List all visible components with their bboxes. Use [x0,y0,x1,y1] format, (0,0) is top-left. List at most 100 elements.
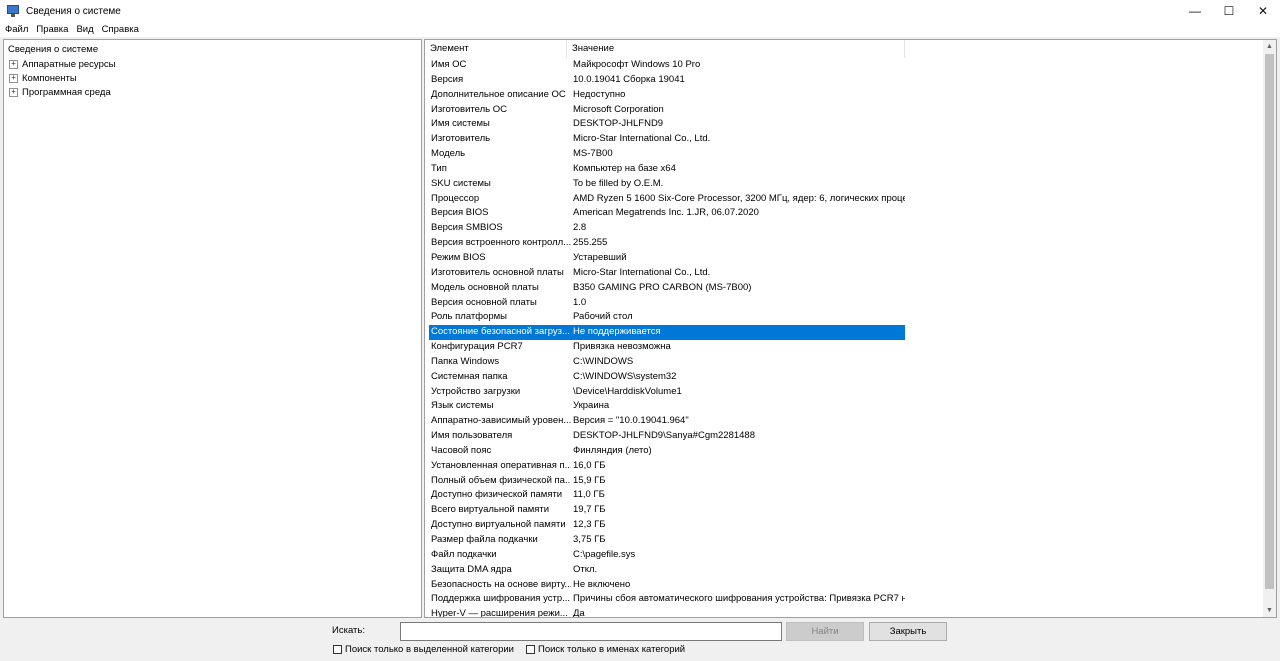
row-value-cell: AMD Ryzen 5 1600 Six-Core Processor, 320… [573,192,905,204]
column-header-item[interactable]: Элемент [425,40,567,58]
row-item-cell: Защита DMA ядра [431,563,512,575]
checkbox-box[interactable] [333,645,342,654]
table-row[interactable]: Поддержка шифрования устр... Причины сбоя… [429,592,905,607]
table-row[interactable]: Hyper-V — расширения режи... Да [429,607,905,617]
table-row[interactable]: Состояние безопасной загруз... Не поддерж… [429,325,905,341]
search-input[interactable] [400,622,782,641]
row-value-cell: Откл. [573,563,598,575]
vertical-scrollbar[interactable]: ▲ ▼ [1263,40,1276,617]
tree-item-components[interactable]: + Компоненты [8,71,417,85]
table-row[interactable]: Имя системы DESKTOP-JHLFND9 [429,117,905,132]
table-row[interactable]: Доступно физической памяти 11,0 ГБ [429,488,905,503]
table-row[interactable]: Устройство загрузки \Device\HarddiskVolum… [429,385,905,400]
table-row[interactable]: Режим BIOS Устаревший [429,251,905,266]
table-row[interactable]: Имя ОС Майкрософт Windows 10 Pro [429,58,905,73]
table-row[interactable]: Тип Компьютер на базе x64 [429,162,905,177]
table-row[interactable]: Изготовитель основной платы Micro-Star In… [429,266,905,281]
checkbox-box[interactable] [526,645,535,654]
table-row[interactable]: Папка Windows C:\WINDOWS [429,355,905,370]
search-bar: Искать: Найти Закрыть Поиск только в выд… [0,620,1280,661]
row-value-cell: C:\pagefile.sys [573,548,636,560]
table-row[interactable]: Версия основной платы 1.0 [429,296,905,311]
table-row[interactable]: Дополнительное описание ОС Недоступно [429,88,905,103]
row-item-cell: Версия встроенного контролл... [431,237,571,249]
minimize-button[interactable]: — [1178,0,1212,22]
table-row[interactable]: Аппаратно-зависимый уровен... Версия = "1… [429,414,905,429]
table-row[interactable]: Размер файла подкачки 3,75 ГБ [429,533,905,548]
row-item-cell: Имя ОС [431,59,467,70]
table-row[interactable]: Изготовитель ОС Microsoft Corporation [429,103,905,118]
row-item-cell: Доступно физической памяти [431,489,563,501]
system-info-app-icon [7,5,19,17]
tree-item-label: Программная среда [22,86,111,98]
category-tree[interactable]: Сведения о системе + Аппаратные ресурсы … [3,39,422,618]
expand-icon[interactable]: + [9,87,18,97]
row-item-cell: Имя системы [431,118,490,130]
table-row[interactable]: Версия BIOS American Megatrends Inc. 1.JR… [429,206,905,221]
expand-icon[interactable]: + [9,73,18,83]
expand-icon[interactable]: + [9,59,18,69]
maximize-button[interactable]: ☐ [1212,0,1246,22]
row-item-cell: Версия BIOS [431,207,489,219]
row-item-cell: Изготовитель основной платы [431,266,564,278]
column-header-value[interactable]: Значение [567,40,905,58]
row-item-cell: Режим BIOS [431,251,486,263]
table-row[interactable]: Всего виртуальной памяти 19,7 ГБ [429,503,905,518]
table-row[interactable]: Модель MS-7B00 [429,147,905,162]
row-item-cell: Модель [431,148,466,160]
table-row[interactable]: Файл подкачки C:\pagefile.sys [429,548,905,563]
tree-item-software-environment[interactable]: + Программная среда [8,85,417,99]
title-bar: Сведения о системе — ☐ ✕ [0,0,1280,22]
table-row[interactable]: Защита DMA ядра Откл. [429,563,905,578]
row-value-cell: Причины сбоя автоматического шифрования … [573,593,905,605]
table-row[interactable]: Имя пользователя DESKTOP-JHLFND9\Sanya#Cg… [429,429,905,444]
checkbox-label: Поиск только в выделенной категории [345,644,514,655]
table-row[interactable]: SKU системы To be filled by O.E.M. [429,177,905,192]
row-item-cell: SKU системы [431,177,491,189]
row-value-cell: 11,0 ГБ [573,489,605,501]
row-value-cell: Привязка невозможна [573,341,671,353]
row-value-cell: Micro-Star International Co., Ltd. [573,133,711,145]
table-row[interactable]: Системная папка C:\WINDOWS\system32 [429,370,905,385]
table-row[interactable]: Безопасность на основе вирту... Не включе… [429,578,905,593]
scroll-down-arrow-icon[interactable]: ▼ [1263,604,1276,617]
table-row[interactable]: Модель основной платы B350 GAMING PRO CAR… [429,281,905,296]
table-row[interactable]: Версия 10.0.19041 Сборка 19041 [429,73,905,88]
row-value-cell: 255.255 [573,237,608,249]
row-item-cell: Версия основной платы [431,296,537,308]
row-item-cell: Системная папка [431,370,508,382]
scrollbar-thumb[interactable] [1265,54,1274,589]
table-row[interactable]: Полный объем физической па... 15,9 ГБ [429,474,905,489]
row-value-cell: 19,7 ГБ [573,504,606,516]
menu-help[interactable]: Справка [102,24,139,35]
row-value-cell: Micro-Star International Co., Ltd. [573,266,711,278]
close-button[interactable]: Закрыть [869,622,947,641]
table-row[interactable]: Процессор AMD Ryzen 5 1600 Six-Core Proce… [429,192,905,207]
menu-view[interactable]: Вид [76,24,93,35]
table-row[interactable]: Роль платформы Рабочий стол [429,310,905,325]
tree-item-label: Компоненты [22,72,77,84]
row-value-cell: 12,3 ГБ [573,519,606,531]
table-row[interactable]: Часовой пояс Финляндия (лето) [429,444,905,459]
scroll-up-arrow-icon[interactable]: ▲ [1263,40,1276,53]
table-row[interactable]: Версия встроенного контролл... 255.255 [429,236,905,251]
details-list[interactable]: Элемент Значение Имя ОС Майкрософт Window… [424,39,1277,618]
row-value-cell: Не включено [573,578,631,590]
menu-edit[interactable]: Правка [36,24,68,35]
table-row[interactable]: Язык системы Украина [429,399,905,414]
search-category-names-checkbox[interactable]: Поиск только в именах категорий [526,644,685,655]
row-value-cell: Финляндия (лето) [573,444,652,456]
close-window-button[interactable]: ✕ [1246,0,1280,22]
table-row[interactable]: Изготовитель Micro-Star International Co.… [429,132,905,147]
table-row[interactable]: Установленная оперативная п... 16,0 ГБ [429,459,905,474]
menu-bar: Файл Правка Вид Справка [0,22,1280,37]
find-button[interactable]: Найти [786,622,864,641]
row-value-cell: 10.0.19041 Сборка 19041 [573,73,685,85]
table-row[interactable]: Конфигурация PCR7 Привязка невозможна [429,340,905,355]
table-row[interactable]: Доступно виртуальной памяти 12,3 ГБ [429,518,905,533]
table-row[interactable]: Версия SMBIOS 2.8 [429,221,905,236]
tree-root-system-summary[interactable]: Сведения о системе [8,43,417,57]
menu-file[interactable]: Файл [5,24,28,35]
tree-item-hardware-resources[interactable]: + Аппаратные ресурсы [8,57,417,71]
search-selected-category-checkbox[interactable]: Поиск только в выделенной категории [333,644,514,655]
